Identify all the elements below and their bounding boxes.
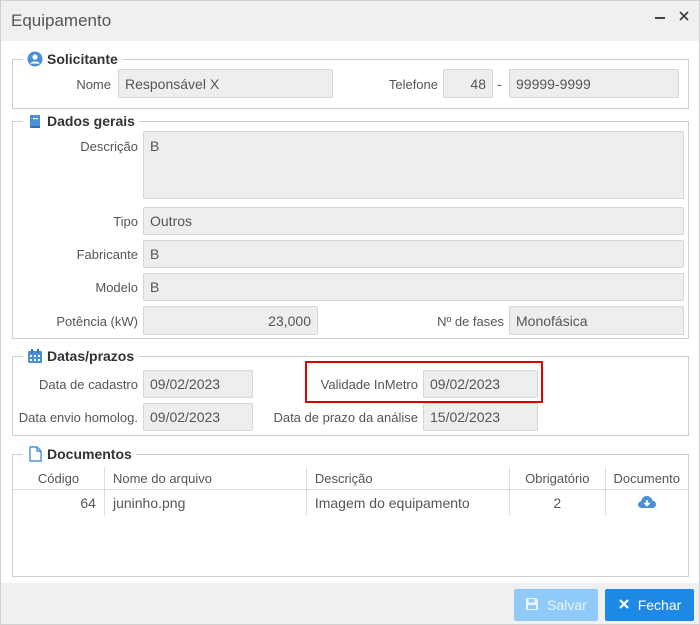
telefone-numero-field[interactable]: 99999-9999 [509,69,679,98]
user-circle-icon [27,51,43,67]
dialog-footer: Salvar Fechar [1,583,699,624]
row-codigo: 64 [13,489,105,516]
modelo-field[interactable]: B [143,273,684,301]
equipamento-dialog: Equipamento Solicitante Nome Responsável… [0,0,700,625]
col-codigo[interactable]: Código [13,467,105,490]
documentos-legend: Documentos [23,446,136,462]
datas-legend: Datas/prazos [23,348,138,364]
fases-label: Nº de fases [437,314,504,329]
col-documento[interactable]: Documento [605,467,688,490]
table-row[interactable]: 64 juninho.png Imagem do equipamento 2 [13,489,688,517]
potencia-label: Potência (kW) [56,314,138,329]
cadastro-field[interactable]: 09/02/2023 [143,370,253,398]
file-icon [27,446,43,462]
col-nome-arquivo[interactable]: Nome do arquivo [104,467,307,490]
row-nome-arquivo: juninho.png [104,489,307,516]
telefone-separator: - [497,76,502,92]
download-cloud-icon[interactable] [637,495,657,513]
telefone-label: Telefone [388,77,438,92]
row-obrigatorio: 2 [509,489,606,516]
nome-field[interactable]: Responsável X [118,69,333,98]
minimize-icon[interactable] [654,9,666,26]
modelo-label: Modelo [95,280,138,295]
fases-field[interactable]: Monofásica [509,306,684,335]
descricao-field[interactable]: B [143,131,684,199]
dados-gerais-legend-text: Dados gerais [47,113,135,129]
row-descricao: Imagem do equipamento [306,489,511,516]
row-documento[interactable] [605,490,688,517]
fabricante-label: Fabricante [76,247,138,262]
solicitante-legend: Solicitante [23,51,122,67]
documentos-legend-text: Documentos [47,446,132,462]
title-bar[interactable]: Equipamento [1,1,699,41]
homolog-field[interactable]: 09/02/2023 [143,403,253,431]
telefone-ddd-field[interactable]: 48 [443,69,493,98]
prazo-field[interactable]: 15/02/2023 [423,403,538,431]
calendar-icon [27,348,43,364]
col-obrigatorio[interactable]: Obrigatório [509,467,606,490]
cadastro-label: Data de cadastro [38,377,138,392]
col-descricao[interactable]: Descrição [306,467,511,490]
dialog-title: Equipamento [11,11,112,30]
fechar-label: Fechar [637,597,682,613]
save-icon [525,597,539,614]
datas-legend-text: Datas/prazos [47,348,135,364]
validade-highlight-box [305,361,543,403]
dialog-content: Solicitante Nome Responsável X Telefone … [1,41,699,583]
tipo-label: Tipo [113,214,138,229]
close-x-icon [618,597,630,613]
book-icon [27,113,43,129]
documentos-table: Código Nome do arquivo Descrição Obrigat… [13,467,688,516]
fechar-button[interactable]: Fechar [605,589,694,621]
salvar-button[interactable]: Salvar [514,589,598,621]
solicitante-legend-text: Solicitante [47,51,118,67]
salvar-label: Salvar [547,597,587,613]
homolog-label: Data envio homolog. [18,410,138,425]
table-header-row: Código Nome do arquivo Descrição Obrigat… [13,467,688,490]
prazo-label: Data de prazo da análise [273,410,418,425]
tipo-field[interactable]: Outros [143,207,684,235]
descricao-label: Descrição [80,139,138,154]
nome-label: Nome [76,77,111,92]
close-icon[interactable] [678,9,690,26]
dados-gerais-legend: Dados gerais [23,113,139,129]
fabricante-field[interactable]: B [143,240,684,268]
potencia-field[interactable]: 23,000 [143,306,318,335]
